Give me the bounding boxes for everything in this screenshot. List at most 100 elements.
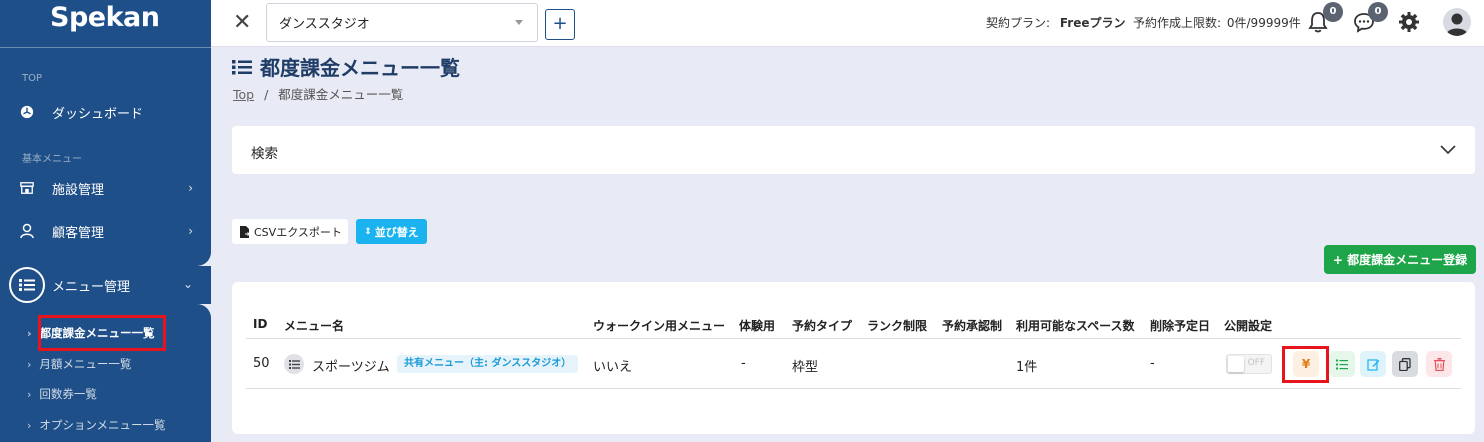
column-header: ID <box>253 317 268 331</box>
cell-trial: - <box>741 356 746 371</box>
chevron-right-icon: › <box>27 418 32 432</box>
column-header: 体験用 <box>739 319 776 333</box>
breadcrumb: Top / 都度課金メニュー一覧 <box>233 84 403 103</box>
limit-label: 予約作成上限数: <box>1133 16 1222 30</box>
notification-button[interactable]: 0 <box>1308 2 1343 37</box>
column-header: 公開設定 <box>1224 319 1273 333</box>
chevron-right-icon: › <box>27 387 32 401</box>
plan-info: 契約プラン: Freeプラン <box>986 14 1126 31</box>
submenu-label: オプションメニュー一覧 <box>39 418 166 432</box>
sidebar-item-label: 施設管理 <box>52 182 105 198</box>
sort-label: 並び替え <box>374 225 419 239</box>
cell-reservation-type: 枠型 <box>792 360 819 375</box>
plan-label: 契約プラン: <box>986 16 1051 30</box>
breadcrumb-current: 都度課金メニュー一覧 <box>278 87 404 102</box>
chevron-down-icon: ⌄ <box>182 277 193 291</box>
chat-button[interactable]: 0 <box>1353 2 1388 37</box>
breadcrumb-separator: / <box>264 87 269 102</box>
caret-down-icon <box>515 20 523 25</box>
copy-icon <box>1399 357 1411 371</box>
page-title: 都度課金メニュー一覧 <box>232 52 460 81</box>
copy-button[interactable] <box>1392 351 1418 377</box>
highlight-box <box>1282 346 1329 383</box>
submenu-item-options[interactable]: › オプションメニュー一覧 <box>0 413 211 437</box>
column-header: メニュー名 <box>284 319 345 333</box>
column-header: ウォークイン用メニュー <box>593 319 726 333</box>
studio-select[interactable]: ダンススタジオ <box>266 3 538 42</box>
cell-spaces: 1件 <box>1016 360 1038 375</box>
gear-icon <box>1399 12 1419 32</box>
sidebar-item-label: ダッシュボード <box>52 106 144 122</box>
sidebar-divider <box>0 47 211 48</box>
cell-menu-name[interactable]: スポーツジム <box>312 356 390 375</box>
section-label-top: TOP <box>22 73 43 84</box>
file-export-icon <box>240 225 250 238</box>
close-icon[interactable]: ✕ <box>233 10 251 35</box>
chevron-right-icon: › <box>27 357 32 371</box>
edit-button[interactable] <box>1360 351 1386 377</box>
top-bar: ✕ ダンススタジオ + 契約プラン: Freeプラン 予約作成上限数: 0件/9… <box>211 0 1484 47</box>
column-header: 予約承認制 <box>942 319 1003 333</box>
section-label-basic: 基本メニュー <box>22 154 82 165</box>
sidebar: Spekan TOP ダッシュボード 基本メニュー 施設管理 › 顧客管理 › … <box>0 0 211 442</box>
page-title-text: 都度課金メニュー一覧 <box>260 56 460 80</box>
toggle-knob <box>1228 356 1244 372</box>
chevron-right-icon: › <box>27 326 32 340</box>
column-header: 予約タイプ <box>792 319 853 333</box>
edit-icon <box>1366 358 1379 371</box>
limit-value: 0件/99999件 <box>1226 16 1301 30</box>
shared-menu-badge: 共有メニュー（主: ダンススタジオ） <box>397 355 579 373</box>
list-icon <box>232 59 252 74</box>
search-panel[interactable]: 検索 <box>232 126 1475 174</box>
sidebar-item-menu-management[interactable]: メニュー管理 ⌄ <box>0 265 211 305</box>
sort-button[interactable]: ⇕ 並び替え <box>356 219 427 244</box>
csv-export-button[interactable]: CSVエクスポート <box>232 219 348 244</box>
sidebar-item-label: 顧客管理 <box>52 225 105 241</box>
list-icon <box>284 354 304 374</box>
user-avatar-icon <box>1446 13 1468 36</box>
add-per-use-menu-button[interactable]: + 都度課金メニュー登録 <box>1324 245 1476 274</box>
row-divider <box>246 388 1461 389</box>
sidebar-item-customer[interactable]: 顧客管理 › <box>0 211 211 251</box>
detail-list-button[interactable] <box>1329 351 1355 377</box>
submenu-label: 月額メニュー一覧 <box>39 357 132 371</box>
column-header: 利用可能なスペース数 <box>1016 319 1135 333</box>
store-icon <box>20 181 34 195</box>
submenu-label: 回数券一覧 <box>39 387 97 401</box>
chat-count-badge: 0 <box>1368 2 1388 22</box>
trash-icon <box>1433 357 1445 371</box>
app-logo[interactable]: Spekan <box>50 2 160 33</box>
sidebar-item-dashboard[interactable]: ダッシュボード <box>0 92 211 132</box>
chevron-right-icon: › <box>188 181 193 195</box>
publish-toggle[interactable]: OFF <box>1226 354 1272 374</box>
submenu-item-monthly[interactable]: › 月額メニュー一覧 <box>0 352 211 376</box>
chevron-down-icon <box>1440 145 1456 155</box>
list-icon <box>1336 359 1348 369</box>
menu-notch-shape <box>0 252 211 266</box>
highlight-box <box>38 315 166 351</box>
sort-icon: ⇕ <box>364 226 372 237</box>
studio-select-value: ダンススタジオ <box>279 17 370 32</box>
submenu-item-tickets[interactable]: › 回数券一覧 <box>0 382 211 406</box>
search-panel-label: 検索 <box>251 146 278 162</box>
dashboard-icon <box>20 105 34 119</box>
column-header: ランク制限 <box>867 319 928 333</box>
csv-export-label: CSVエクスポート <box>254 225 342 239</box>
toggle-label: OFF <box>1247 358 1265 368</box>
avatar[interactable] <box>1443 8 1471 36</box>
settings-button[interactable] <box>1399 12 1425 38</box>
breadcrumb-top-link[interactable]: Top <box>233 87 254 102</box>
cell-id: 50 <box>253 356 270 371</box>
limit-info: 予約作成上限数: 0件/99999件 <box>1133 14 1301 31</box>
menu-table: ID メニュー名 ウォークイン用メニュー 体験用 予約タイプ ランク制限 予約承… <box>232 282 1475 434</box>
notification-count-badge: 0 <box>1323 2 1343 22</box>
cell-delete-date: - <box>1150 356 1155 371</box>
sidebar-item-facility[interactable]: 施設管理 › <box>0 168 211 208</box>
user-icon <box>20 223 34 239</box>
add-studio-button[interactable]: + <box>545 9 575 40</box>
cell-walkin: いいえ <box>593 360 633 375</box>
header-divider <box>246 338 1461 339</box>
column-header: 削除予定日 <box>1150 319 1211 333</box>
plan-value: Freeプラン <box>1059 16 1126 30</box>
delete-button[interactable] <box>1426 351 1452 377</box>
